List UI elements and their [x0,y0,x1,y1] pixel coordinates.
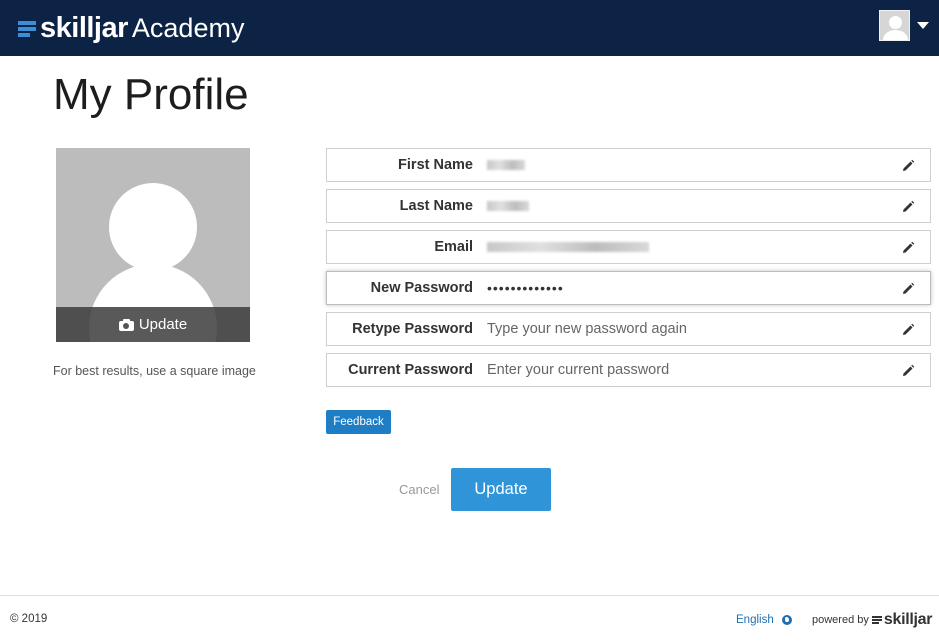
cancel-link[interactable]: Cancel [399,482,439,497]
current-password-field[interactable]: Current Password Enter your current pass… [326,353,931,387]
caret-down-icon [917,22,929,29]
update-photo-button[interactable]: Update [56,307,250,342]
new-password-field[interactable]: New Password ••••••••••••• [326,271,931,305]
powered-by-brand: skilljar [883,611,933,628]
update-photo-label: Update [138,316,188,333]
profile-photo: Update [56,148,250,342]
first-name-field[interactable]: First Name [326,148,931,182]
current-password-label: Current Password [348,362,473,378]
first-name-label: First Name [398,157,473,173]
skilljar-logo-icon [871,615,882,625]
email-label: Email [434,239,473,255]
powered-by-label: powered by [812,614,869,626]
pencil-icon[interactable] [901,200,915,214]
brand-suffix: Academy [131,13,245,43]
email-value [487,231,649,263]
language-label: English [736,614,774,626]
feedback-button[interactable]: Feedback [326,410,391,434]
new-password-value: ••••••••••••• [487,280,564,296]
copyright: © 2019 [10,613,48,625]
pencil-icon[interactable] [901,364,915,378]
photo-hint: For best results, use a square image [53,364,256,378]
top-navbar: skilljar Academy [0,0,939,56]
update-button[interactable]: Update [451,468,551,511]
pencil-icon[interactable] [901,159,915,173]
first-name-value [487,149,525,181]
pencil-icon[interactable] [901,282,915,296]
current-password-placeholder: Enter your current password [487,362,670,378]
last-name-label: Last Name [399,198,473,214]
last-name-value [487,190,529,222]
brand-logo[interactable]: skilljar Academy [18,8,244,48]
last-name-field[interactable]: Last Name [326,189,931,223]
footer-divider [0,595,939,596]
pencil-icon[interactable] [901,323,915,337]
retype-password-field[interactable]: Retype Password Type your new password a… [326,312,931,346]
brand-name: skilljar [40,12,128,44]
avatar [879,10,910,41]
user-menu-toggle[interactable] [879,10,929,41]
retype-password-label: Retype Password [352,321,473,337]
page-title: My Profile [53,70,249,119]
camera-icon [118,319,134,331]
pencil-icon[interactable] [901,241,915,255]
email-field[interactable]: Email [326,230,931,264]
skilljar-logo-icon [18,19,36,37]
globe-icon [781,615,792,625]
retype-password-placeholder: Type your new password again [487,321,687,337]
powered-by[interactable]: powered by skilljar [812,611,932,629]
new-password-label: New Password [370,280,473,296]
language-selector[interactable]: English [736,614,792,626]
avatar-placeholder-head [109,183,197,271]
